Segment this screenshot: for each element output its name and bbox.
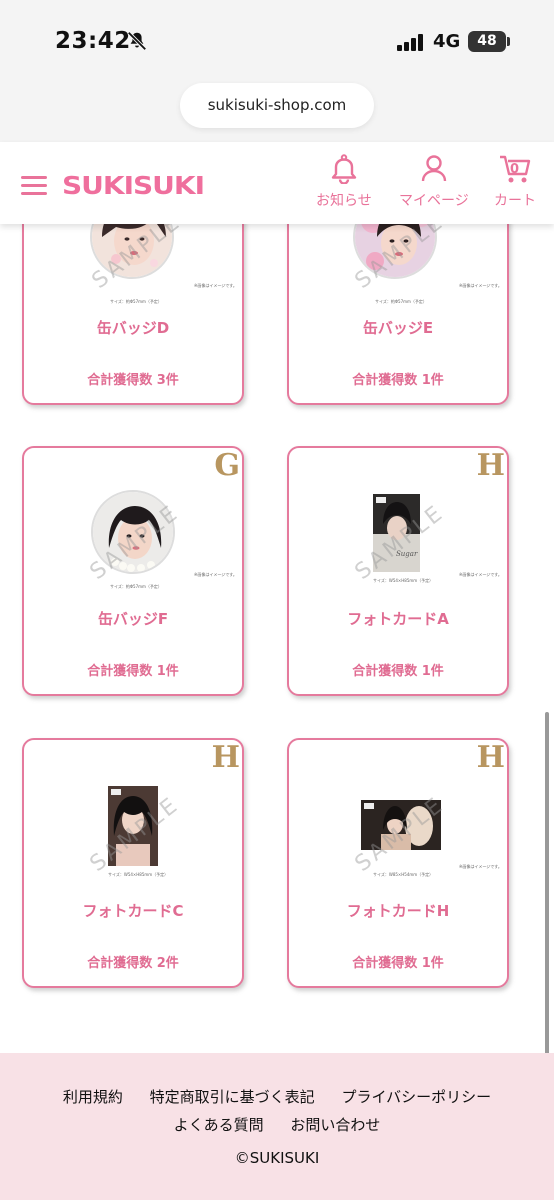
status-time: 23:42: [55, 28, 131, 54]
product-caption: サイズ：約Φ57mm（予定）: [375, 299, 427, 304]
product-caption: サイズ：約Φ57mm（予定）: [110, 299, 162, 304]
product-name: フォトカードA: [347, 610, 449, 628]
footer-links-row2: よくある質問 お問い合わせ: [0, 1114, 554, 1135]
footer-links-row1: 利用規約 特定商取引に基づく表記 プライバシーポリシー: [0, 1086, 554, 1107]
footer-link-terms[interactable]: 利用規約: [63, 1088, 123, 1106]
footer-link-contact[interactable]: お問い合わせ: [290, 1116, 380, 1134]
site-header: SUKISUKI お知らせ マイページ 0 カート: [0, 142, 554, 224]
product-name: 缶バッジF: [97, 610, 169, 628]
product-count: 合計獲得数 1件: [352, 373, 444, 388]
product-card-photo-h[interactable]: H SAMPLE サイズ：W85×H54mm（予定） ※画像はイメージです。 フ…: [287, 738, 509, 988]
bell-icon: [331, 154, 357, 184]
product-caption: サイズ：W85×H54mm（予定）: [373, 872, 434, 877]
nav-label-notifications: お知らせ: [316, 193, 372, 209]
product-caption: サイズ：W54×H85mm（予定）: [108, 872, 169, 877]
product-letter: G: [214, 448, 240, 483]
product-card-photo-a[interactable]: H Sugar SAMPLE サイズ：W54×H85mm（予定） ※画像はイメー…: [287, 446, 509, 696]
nav-notifications[interactable]: お知らせ: [316, 154, 372, 210]
footer-copyright: ©SUKISUKI: [234, 1149, 320, 1167]
product-card-badge-f[interactable]: G SAMPLE サイズ：約Φ57mm（予定） ※画像はイメージです。 缶バッジ…: [22, 446, 244, 696]
footer-link-legal[interactable]: 特定商取引に基づく表記: [150, 1088, 315, 1106]
product-note: ※画像はイメージです。: [459, 572, 502, 577]
product-caption: サイズ：W54×H85mm（予定）: [373, 578, 434, 583]
site-footer: 利用規約 特定商取引に基づく表記 プライバシーポリシー よくある質問 お問い合わ…: [0, 1053, 554, 1200]
product-letter: H: [211, 740, 240, 775]
product-note: ※画像はイメージです。: [194, 572, 237, 577]
product-name: フォトカードH: [346, 902, 450, 920]
person-icon: [421, 155, 447, 182]
url-bar[interactable]: sukisuki-shop.com: [180, 83, 374, 128]
battery-icon: 48: [468, 31, 506, 52]
product-name: 缶バッジE: [362, 319, 434, 337]
product-count: 合計獲得数 1件: [352, 956, 444, 971]
hamburger-menu-icon[interactable]: [21, 176, 47, 196]
network-type: 4G: [433, 31, 461, 52]
product-note: ※画像はイメージです。: [459, 283, 502, 288]
product-name: 缶バッジD: [96, 319, 170, 337]
product-letter: H: [476, 448, 505, 483]
product-card-photo-c[interactable]: H SAMPLE サイズ：W54×H85mm（予定） フォトカードC 合計獲得数…: [22, 738, 244, 988]
product-count: 合計獲得数 1件: [87, 664, 179, 679]
product-note: ※画像はイメージです。: [459, 864, 502, 869]
battery-tip: [507, 37, 510, 46]
footer-link-privacy[interactable]: プライバシーポリシー: [341, 1088, 491, 1106]
product-count: 合計獲得数 2件: [87, 956, 179, 971]
product-name: フォトカードC: [82, 902, 184, 920]
product-note: ※画像はイメージです。: [194, 283, 237, 288]
footer-link-faq[interactable]: よくある質問: [174, 1116, 264, 1134]
signal-icon: [397, 33, 427, 51]
status-bar: 23:42 4G 48: [0, 0, 554, 80]
product-count: 合計獲得数 3件: [87, 373, 179, 388]
product-count: 合計獲得数 1件: [352, 664, 444, 679]
nav-cart[interactable]: 0 カート: [494, 154, 536, 210]
nav-label-mypage: マイページ: [399, 193, 469, 209]
bell-muted-icon: [127, 31, 147, 51]
product-caption: サイズ：約Φ57mm（予定）: [110, 584, 162, 589]
nav-mypage[interactable]: マイページ: [399, 154, 469, 210]
site-logo[interactable]: SUKISUKI: [62, 171, 205, 201]
product-letter: H: [476, 740, 505, 775]
cart-count: 0: [510, 162, 520, 177]
nav-label-cart: カート: [494, 193, 536, 209]
